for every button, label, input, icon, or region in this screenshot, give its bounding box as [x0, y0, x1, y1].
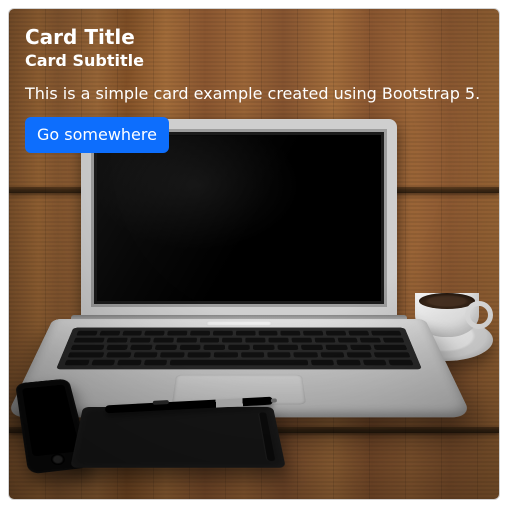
card-subtitle: Card Subtitle	[25, 51, 483, 70]
card-title: Card Title	[25, 25, 483, 49]
card: Card Title Card Subtitle This is a simpl…	[8, 8, 500, 500]
card-body: Card Title Card Subtitle This is a simpl…	[9, 9, 499, 169]
card-text: This is a simple card example created us…	[25, 84, 483, 103]
go-somewhere-button[interactable]: Go somewhere	[25, 117, 169, 153]
